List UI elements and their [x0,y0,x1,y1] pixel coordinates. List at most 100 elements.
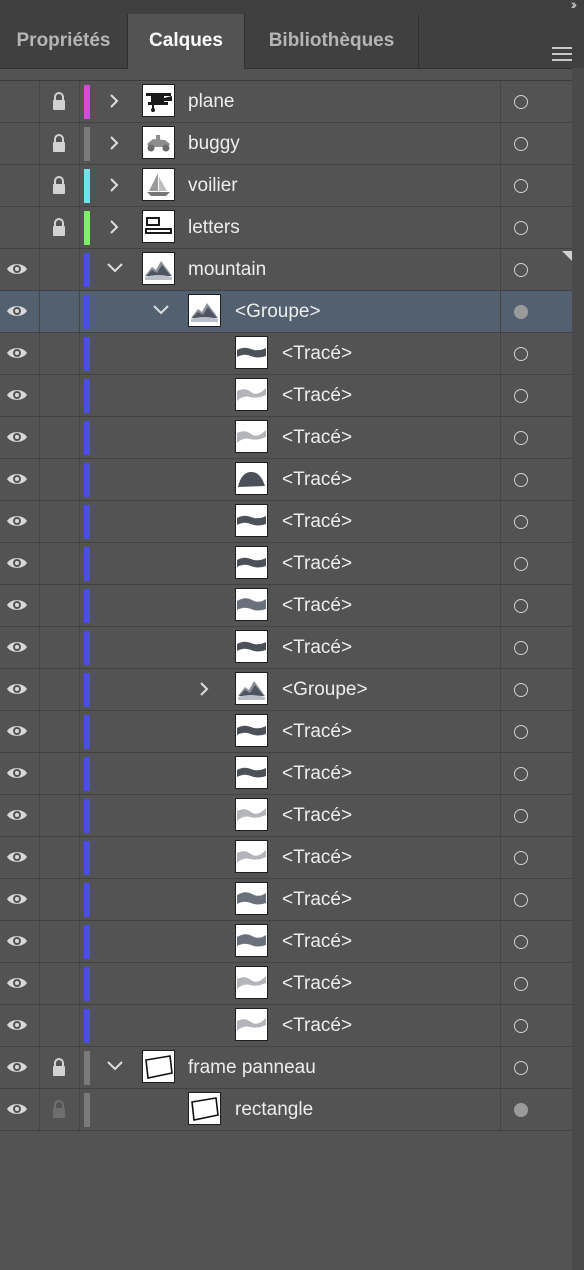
target-circle-icon[interactable] [514,599,528,613]
target-circle-icon[interactable] [514,515,528,529]
layer-name[interactable]: <Tracé> [282,753,352,795]
layer-row[interactable]: <Tracé> [0,1005,572,1047]
visibility-eye-icon[interactable] [6,807,28,823]
target-circle-icon[interactable] [514,893,528,907]
layer-name[interactable]: buggy [188,123,240,165]
visibility-eye-icon[interactable] [6,1059,28,1075]
layer-row[interactable]: <Tracé> [0,417,572,459]
lock-toggle[interactable] [51,301,67,321]
layer-row[interactable]: frame panneau [0,1047,572,1089]
tab-calques[interactable]: Calques [128,14,245,69]
target-circle-icon[interactable] [514,935,528,949]
layer-row[interactable]: <Tracé> [0,795,572,837]
layer-name[interactable]: <Groupe> [235,291,321,333]
layer-row[interactable]: <Groupe> [0,669,572,711]
lock-toggle[interactable] [51,1015,67,1035]
visibility-eye-icon[interactable] [6,429,28,445]
target-circle-icon[interactable] [514,179,528,193]
lock-toggle[interactable] [51,595,67,615]
visibility-eye-icon[interactable] [6,555,28,571]
target-circle-icon[interactable] [514,809,528,823]
layer-row[interactable]: <Tracé> [0,627,572,669]
lock-icon[interactable] [51,217,67,237]
visibility-eye-icon[interactable] [6,261,28,277]
tab-bibliotheques[interactable]: Bibliothèques [245,14,419,68]
layer-row[interactable]: letters [0,207,572,249]
target-circle-icon[interactable] [514,1019,528,1033]
layer-name[interactable]: <Tracé> [282,501,352,543]
visibility-eye-icon[interactable] [6,681,28,697]
target-circle-icon[interactable] [514,557,528,571]
layer-name[interactable]: <Tracé> [282,1005,352,1047]
target-circle-icon[interactable] [514,95,528,109]
visibility-eye-icon[interactable] [6,849,28,865]
layer-name[interactable]: <Tracé> [282,333,352,375]
target-circle-icon[interactable] [514,137,528,151]
layer-name[interactable]: letters [188,207,240,249]
layer-name[interactable]: <Groupe> [282,669,368,711]
lock-toggle[interactable] [51,805,67,825]
lock-toggle[interactable] [51,385,67,405]
tab-proprietes[interactable]: Propriétés [0,14,128,68]
chevron-right-icon[interactable] [106,176,122,194]
layer-row[interactable]: <Tracé> [0,753,572,795]
layer-row[interactable]: voilier [0,165,572,207]
layer-row[interactable]: <Tracé> [0,711,572,753]
layer-name[interactable]: plane [188,81,235,123]
lock-icon[interactable] [51,1057,67,1077]
layer-row[interactable]: mountain [0,249,572,291]
layer-row[interactable]: plane [0,81,572,123]
layer-row[interactable]: <Tracé> [0,963,572,1005]
target-circle-icon[interactable] [514,473,528,487]
lock-toggle[interactable] [51,511,67,531]
layer-name[interactable]: <Tracé> [282,711,352,753]
layer-name[interactable]: <Tracé> [282,837,352,879]
lock-toggle[interactable] [51,343,67,363]
layer-row[interactable]: <Groupe> [0,291,572,333]
layer-name[interactable]: mountain [188,249,266,291]
visibility-toggle[interactable] [6,93,28,109]
layer-name[interactable]: frame panneau [188,1047,316,1089]
target-circle-icon[interactable] [514,263,528,277]
visibility-eye-icon[interactable] [6,1017,28,1033]
layer-name[interactable]: <Tracé> [282,963,352,1005]
chevron-right-icon[interactable] [196,680,212,698]
chevron-right-icon[interactable] [106,92,122,110]
lock-toggle[interactable] [51,763,67,783]
collapse-panel-icon[interactable]: ›› [571,0,578,12]
visibility-eye-icon[interactable] [6,933,28,949]
layer-name[interactable]: <Tracé> [282,459,352,501]
lock-toggle[interactable] [51,469,67,489]
visibility-toggle[interactable] [6,177,28,193]
lock-toggle[interactable] [51,721,67,741]
lock-toggle[interactable] [51,931,67,951]
visibility-toggle[interactable] [6,135,28,151]
layer-row[interactable]: <Tracé> [0,837,572,879]
visibility-eye-icon[interactable] [6,471,28,487]
lock-icon[interactable] [51,91,67,111]
target-circle-icon[interactable] [514,767,528,781]
target-circle-icon[interactable] [514,1061,528,1075]
chevron-down-icon[interactable] [152,302,169,320]
layer-name[interactable]: <Tracé> [282,795,352,837]
layer-name[interactable]: <Tracé> [282,375,352,417]
visibility-eye-icon[interactable] [6,597,28,613]
chevron-right-icon[interactable] [106,218,122,236]
visibility-eye-icon[interactable] [6,345,28,361]
target-circle-icon[interactable] [514,221,528,235]
target-circle-icon[interactable] [514,683,528,697]
layer-name[interactable]: <Tracé> [282,543,352,585]
lock-icon[interactable] [51,1099,67,1119]
lock-toggle[interactable] [51,553,67,573]
visibility-toggle[interactable] [6,219,28,235]
lock-toggle[interactable] [51,427,67,447]
layer-row[interactable]: <Tracé> [0,543,572,585]
visibility-eye-icon[interactable] [6,387,28,403]
lock-toggle[interactable] [51,847,67,867]
layer-name[interactable]: <Tracé> [282,879,352,921]
layer-row[interactable]: <Tracé> [0,333,572,375]
layer-name[interactable]: <Tracé> [282,585,352,627]
layer-row[interactable]: <Tracé> [0,921,572,963]
lock-toggle[interactable] [51,679,67,699]
lock-icon[interactable] [51,175,67,195]
